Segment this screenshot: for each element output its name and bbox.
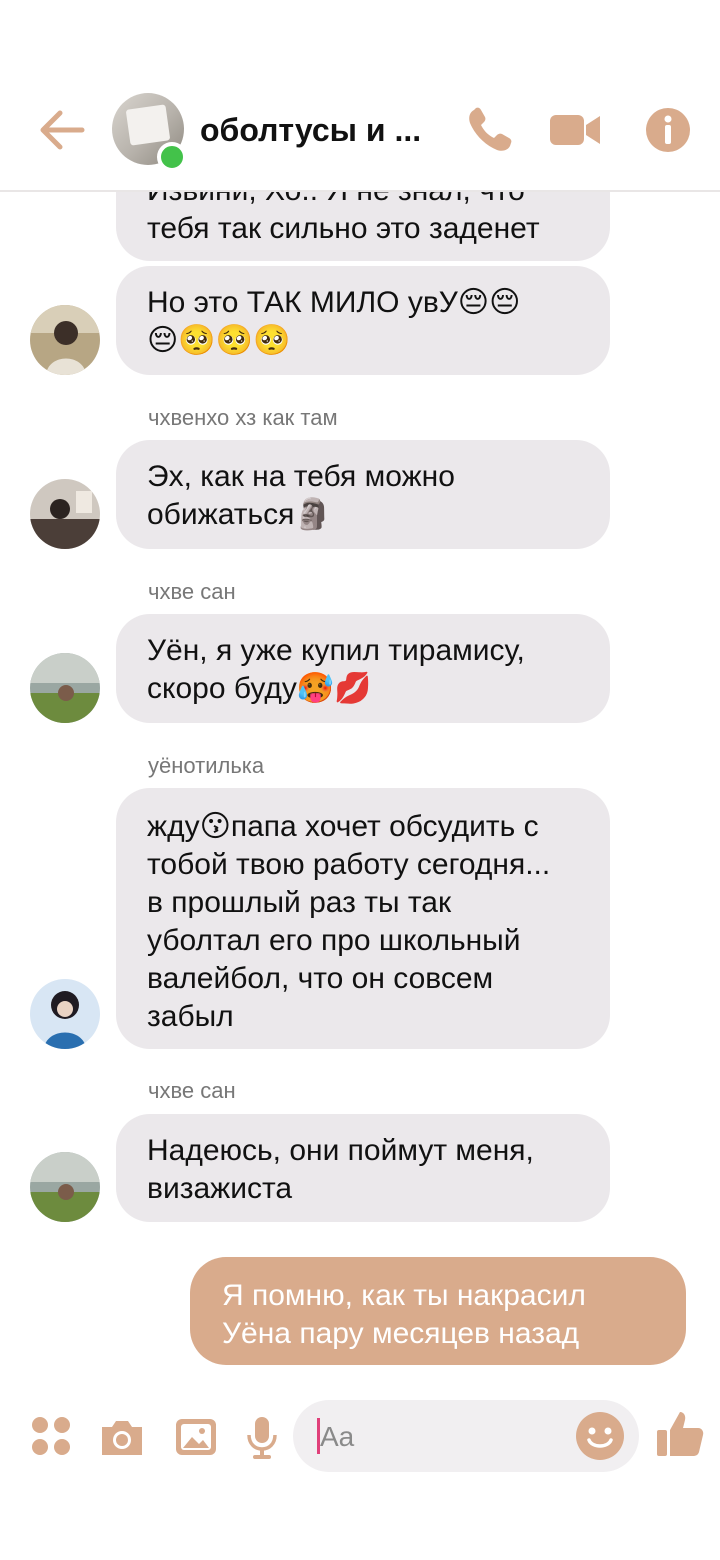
message-line: Уён, я уже купил тирамису, xyxy=(147,634,525,667)
message-line: Я помню, как ты накрасил xyxy=(222,1279,586,1312)
arrow-left-icon[interactable] xyxy=(38,108,86,152)
sender-avatar[interactable] xyxy=(30,305,100,375)
sender-avatar[interactable] xyxy=(30,653,100,723)
info-icon[interactable] xyxy=(642,104,696,156)
message-line: забыл xyxy=(147,1000,234,1033)
sender-name: чхвенхо хз как там xyxy=(148,405,338,430)
chat-header: оболтусы и ... xyxy=(0,0,720,192)
thumbs-up-icon[interactable] xyxy=(654,1408,706,1460)
message-line: Надеюсь, они поймут меня, xyxy=(147,1134,534,1167)
chat-title[interactable]: оболтусы и ... xyxy=(200,108,450,152)
sender-name: чхве сан xyxy=(148,1078,236,1103)
sender-avatar[interactable] xyxy=(30,479,100,549)
message-line: в прошлый раз ты так xyxy=(147,886,452,919)
message-line: Уёна пару месяцев назад xyxy=(222,1317,580,1350)
sender-name: уёнотилька xyxy=(148,753,265,778)
sender-avatar[interactable] xyxy=(30,1152,100,1222)
message-bubble[interactable]: жду😗папа хочет обсудить с тобой твою раб… xyxy=(116,788,610,1049)
outgoing-message-bubble[interactable]: Я помню, как ты накрасил Уёна пару месяц… xyxy=(190,1257,686,1365)
image-icon[interactable] xyxy=(172,1413,220,1461)
message-line: скоро буду🥵💋 xyxy=(147,672,372,705)
avatar-image xyxy=(125,104,171,146)
message-line: обижаться🗿 xyxy=(147,498,332,531)
video-camera-icon[interactable] xyxy=(548,104,602,156)
grid-menu-icon[interactable] xyxy=(28,1413,76,1461)
microphone-icon[interactable] xyxy=(238,1413,286,1461)
message-line: тобой твою работу сегодня... xyxy=(147,848,551,881)
sender-avatar[interactable] xyxy=(30,979,100,1049)
message-line: Но это ТАК МИЛО увУ😔😔 xyxy=(147,286,521,319)
message-bubble[interactable]: Эх, как на тебя можно обижаться🗿 xyxy=(116,440,610,549)
message-line: уболтал его про школьный xyxy=(147,924,521,957)
message-line: тебя так сильно это заденет xyxy=(147,212,540,245)
message-bubble[interactable]: Но это ТАК МИЛО увУ😔😔 😔🥺🥺🥺 xyxy=(116,266,610,375)
phone-icon[interactable] xyxy=(464,104,518,156)
message-bubble[interactable]: Надеюсь, они поймут меня, визажиста xyxy=(116,1114,610,1222)
message-line: Эх, как на тебя можно xyxy=(147,460,455,493)
message-line: визажиста xyxy=(147,1172,293,1205)
sender-name: чхве сан xyxy=(148,579,236,604)
online-status-indicator xyxy=(157,142,187,172)
camera-icon[interactable] xyxy=(98,1413,146,1461)
smiley-icon[interactable] xyxy=(574,1410,626,1462)
message-line: жду😗папа хочет обсудить с xyxy=(147,810,539,843)
message-bubble[interactable]: Уён, я уже купил тирамису, скоро буду🥵💋 xyxy=(116,614,610,723)
message-input-placeholder: Aa xyxy=(320,1421,355,1452)
message-line: валейбол, что он совсем xyxy=(147,962,494,995)
message-line: 😔🥺🥺🥺 xyxy=(147,324,291,357)
